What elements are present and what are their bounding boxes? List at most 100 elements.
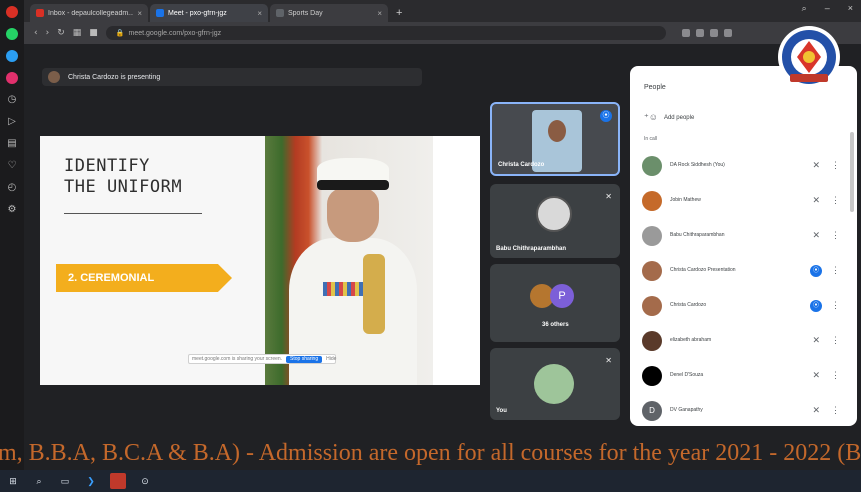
tab-sports-day[interactable]: Sports Day × bbox=[270, 4, 388, 22]
mic-off-icon[interactable]: ✕ bbox=[812, 230, 820, 241]
participant-name: Christa Cardozo Presentation bbox=[670, 267, 736, 273]
close-icon[interactable]: × bbox=[257, 9, 262, 18]
tab-inbox[interactable]: Inbox - depaulcollegeadm... × bbox=[30, 4, 148, 22]
add-person-icon: ⁺☺ bbox=[644, 112, 658, 122]
avatar bbox=[642, 295, 662, 316]
participant-name: Christa Cardozo bbox=[670, 302, 707, 308]
address-bar[interactable]: 🔒 meet.google.com/pxo-gfrn-jgz bbox=[105, 26, 666, 40]
more-options-icon[interactable]: ⋮ bbox=[831, 405, 840, 416]
close-icon[interactable]: × bbox=[377, 9, 382, 18]
participant-row[interactable]: Jobin Mathew ✕ ⋮ bbox=[638, 183, 850, 218]
doc-icon bbox=[276, 9, 284, 17]
more-options-icon[interactable]: ⋮ bbox=[831, 160, 840, 171]
mic-off-icon[interactable]: ✕ bbox=[812, 370, 820, 381]
presenting-banner: Christa Cardozo is presenting bbox=[42, 68, 422, 86]
heart-icon[interactable]: ♡ bbox=[5, 160, 19, 172]
app-dock: ◷ ▷ ▤ ♡ ◴ ⚙ bbox=[0, 0, 24, 470]
grid-icon[interactable]: ▦ bbox=[73, 28, 82, 38]
mic-off-icon[interactable]: ✕ bbox=[812, 405, 820, 416]
more-options-icon[interactable]: ⋮ bbox=[831, 335, 840, 346]
more-options-icon[interactable]: ⋮ bbox=[831, 195, 840, 206]
whatsapp-icon[interactable] bbox=[6, 28, 18, 40]
more-options-icon[interactable]: ⋮ bbox=[831, 265, 840, 276]
participant-tile[interactable]: P 36 others bbox=[490, 264, 620, 342]
back-icon[interactable]: ‹ bbox=[34, 28, 38, 38]
extension-icon[interactable] bbox=[695, 29, 704, 37]
task-view-icon[interactable]: ▭ bbox=[58, 476, 72, 487]
avatar: D bbox=[642, 400, 662, 421]
participant-row[interactable]: DA Rock Siddhesh (You) ✕ ⋮ bbox=[638, 148, 850, 183]
settings-icon[interactable]: ⚙ bbox=[5, 204, 19, 216]
search-icon[interactable]: ⌕ bbox=[32, 476, 46, 487]
mic-off-icon: ✕ bbox=[605, 192, 612, 201]
medal-ribbons bbox=[323, 282, 363, 296]
instagram-icon[interactable] bbox=[6, 72, 18, 84]
more-options-icon[interactable]: ⋮ bbox=[831, 370, 840, 381]
participant-row[interactable]: Denel D'Souza ✕ ⋮ bbox=[638, 358, 850, 393]
close-window-icon[interactable]: × bbox=[848, 3, 853, 14]
add-people-label: Add people bbox=[663, 114, 695, 121]
search-tabs-icon[interactable]: ⌕ bbox=[802, 3, 807, 14]
more-options-icon[interactable]: ⋮ bbox=[831, 230, 840, 241]
opera-icon[interactable] bbox=[6, 6, 18, 18]
add-people-button[interactable]: ⁺☺ Add people bbox=[644, 112, 694, 123]
url-text: meet.google.com/pxo-gfrn-jgz bbox=[128, 29, 222, 37]
participant-row[interactable]: Christa Cardozo ⦿ ⋮ bbox=[638, 288, 850, 323]
participant-row[interactable]: elizabeth abraham ✕ ⋮ bbox=[638, 323, 850, 358]
avatar bbox=[536, 196, 572, 232]
messenger-icon[interactable] bbox=[6, 50, 18, 62]
participant-name: elizabeth abraham bbox=[670, 337, 712, 343]
more-options-icon[interactable]: ⋮ bbox=[831, 300, 840, 311]
avatar: P bbox=[550, 284, 574, 308]
gmail-icon bbox=[36, 9, 44, 17]
participant-name: Denel D'Souza bbox=[670, 372, 704, 378]
participant-row[interactable]: D DV Ganapathy ✕ ⋮ bbox=[638, 393, 850, 426]
meet-icon bbox=[156, 9, 164, 17]
bookmark-icon[interactable]: ▤ bbox=[5, 138, 19, 150]
start-icon[interactable]: ⊞ bbox=[6, 476, 20, 487]
presenter-avatar bbox=[48, 71, 60, 83]
scrollbar[interactable] bbox=[850, 132, 854, 212]
tab-label: Inbox - depaulcollegeadm... bbox=[48, 9, 134, 17]
participant-name: Babu Chithraparambhan bbox=[670, 232, 725, 238]
slide-title-line1: IDENTIFY bbox=[64, 156, 150, 176]
participant-row[interactable]: Babu Chithraparambhan ✕ ⋮ bbox=[638, 218, 850, 253]
tab-strip: Inbox - depaulcollegeadm... × Meet - pxo… bbox=[24, 0, 861, 22]
reload-icon[interactable]: ↻ bbox=[57, 28, 65, 38]
college-logo bbox=[778, 26, 840, 88]
close-icon[interactable]: × bbox=[137, 9, 142, 18]
mic-off-icon[interactable]: ✕ bbox=[812, 160, 820, 171]
participant-tile-self[interactable]: ✕ You bbox=[490, 348, 620, 420]
history-icon[interactable]: ◷ bbox=[5, 94, 19, 106]
extension-icon[interactable] bbox=[709, 29, 718, 37]
participant-tile[interactable]: ⦿ Christa Cardozo bbox=[490, 102, 620, 176]
clock-icon[interactable]: ◴ bbox=[5, 182, 19, 194]
stop-sharing-button[interactable]: Stop sharing bbox=[286, 355, 323, 363]
opera-taskbar-icon[interactable] bbox=[110, 473, 126, 489]
help-icon[interactable]: ⊙ bbox=[138, 476, 152, 487]
extension-icon[interactable] bbox=[723, 29, 732, 37]
new-tab-button[interactable]: + bbox=[390, 4, 408, 22]
slide-margin bbox=[433, 136, 480, 385]
avatar bbox=[534, 364, 574, 404]
tab-meet[interactable]: Meet - pxo-gfrn-jgz × bbox=[150, 4, 268, 22]
aiguillette bbox=[363, 254, 385, 334]
in-call-heading: In call bbox=[644, 136, 658, 142]
minimize-icon[interactable]: – bbox=[825, 3, 830, 14]
ticker-text: m, B.B.A, B.C.A & B.A) - Admission are o… bbox=[0, 440, 861, 466]
participant-row[interactable]: Christa Cardozo Presentation ⦿ ⋮ bbox=[638, 253, 850, 288]
vscode-icon[interactable]: ❯ bbox=[84, 476, 98, 487]
mic-off-icon[interactable]: ✕ bbox=[812, 335, 820, 346]
mic-off-icon[interactable]: ✕ bbox=[812, 195, 820, 206]
avatar bbox=[642, 260, 662, 281]
address-bar-row: ‹ › ↻ ▦ ■ 🔒 meet.google.com/pxo-gfrn-jgz bbox=[24, 22, 861, 44]
extension-icon[interactable] bbox=[681, 29, 690, 37]
people-panel: People ⁺☺ Add people In call DA Rock Sid… bbox=[630, 66, 857, 426]
hide-button[interactable]: Hide bbox=[326, 356, 336, 362]
camera-icon[interactable]: ■ bbox=[89, 28, 98, 38]
send-icon[interactable]: ▷ bbox=[5, 116, 19, 128]
mic-off-icon: ✕ bbox=[605, 356, 612, 365]
forward-icon[interactable]: › bbox=[46, 28, 50, 38]
participant-tile[interactable]: ✕ Babu Chithraparambhan bbox=[490, 184, 620, 258]
shared-slide: IDENTIFY THE UNIFORM 2. CEREMONIAL meet.… bbox=[40, 136, 480, 385]
